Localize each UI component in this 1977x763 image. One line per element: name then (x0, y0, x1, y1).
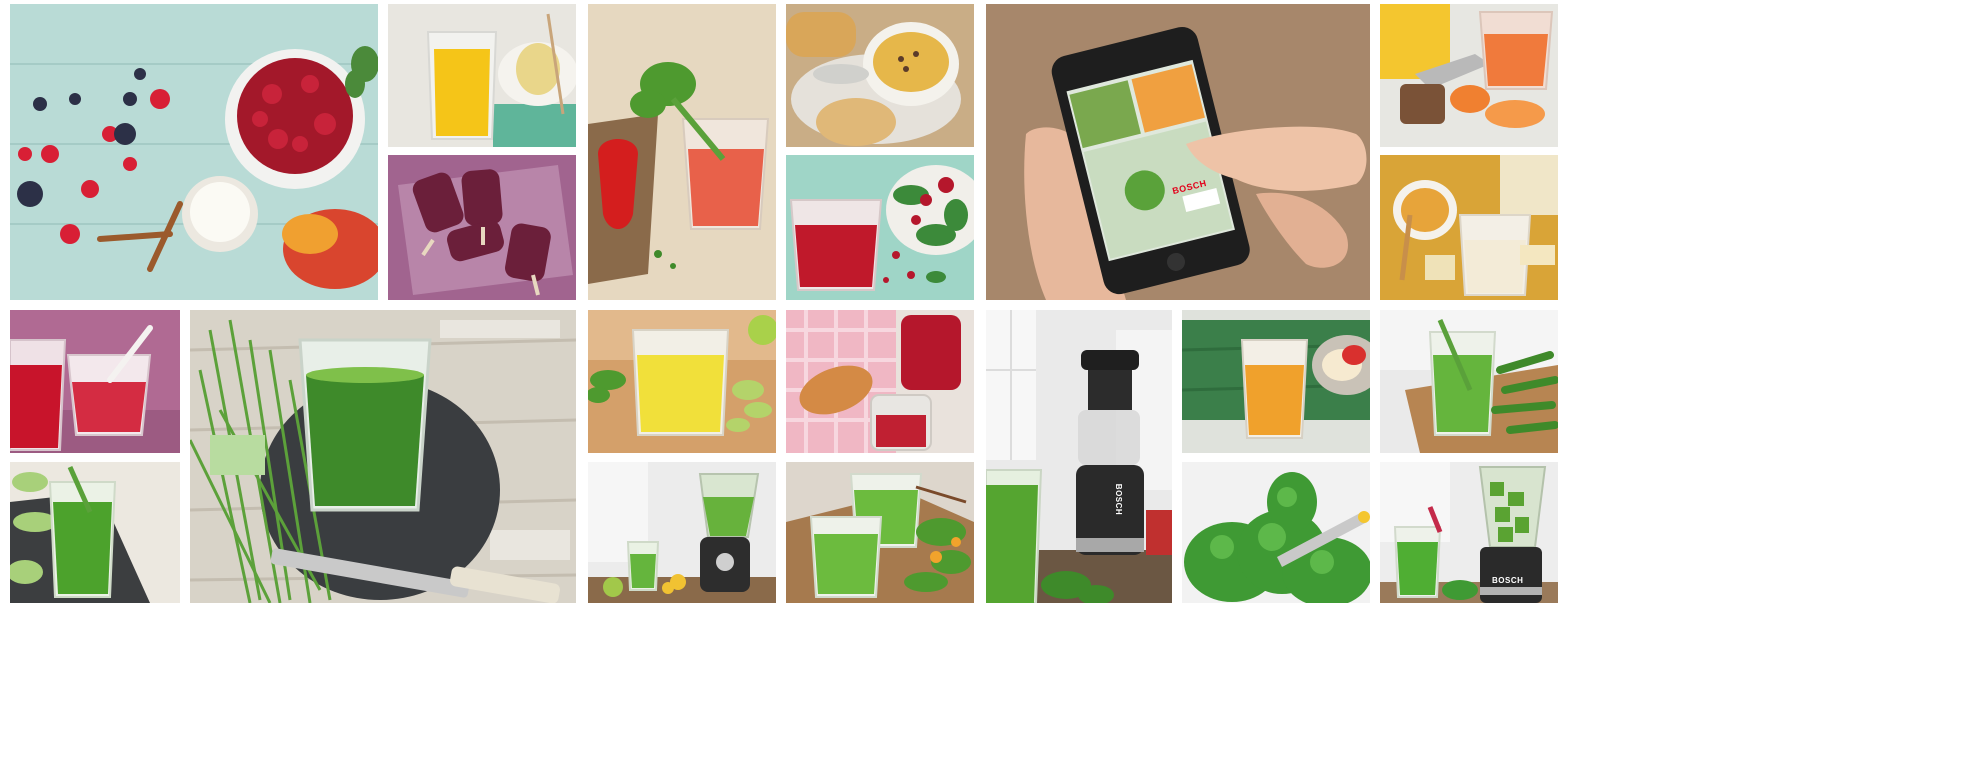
photo-berry-smoothie-spoon (10, 310, 180, 453)
photo-berries-yogurt-mango (10, 4, 378, 300)
photo-slow-juicer: BOSCH (986, 310, 1172, 603)
photo-kale (1182, 462, 1370, 603)
photo-soup-bread (786, 4, 974, 147)
photo-green-juice-cutting-board (1380, 310, 1558, 453)
juicer-brand-text: BOSCH (1114, 483, 1124, 516)
photo-phone-app: BOSCH (986, 4, 1370, 300)
photo-wheatgrass-juice (190, 310, 576, 603)
photo-blender-green-2: BOSCH (1380, 462, 1558, 603)
photo-honey-drink (1380, 155, 1558, 300)
photo-red-smoothie-pomegranate (786, 155, 974, 300)
blender-brand-text: BOSCH (1492, 576, 1524, 585)
photo-orange-juice-apples (1182, 310, 1370, 453)
photo-green-smoothies-salad (786, 462, 974, 603)
photo-red-juice-pepper-celery (588, 4, 776, 300)
photo-cucumber-juice (10, 462, 180, 603)
photo-blender-green (588, 462, 776, 603)
photo-berry-popsicles (388, 155, 576, 300)
photo-orange-smoothie-papaya (1380, 4, 1558, 147)
photo-yellow-juice-pear (388, 4, 576, 147)
photo-jam-croissant (786, 310, 974, 453)
photo-lemon-juice (588, 310, 776, 453)
